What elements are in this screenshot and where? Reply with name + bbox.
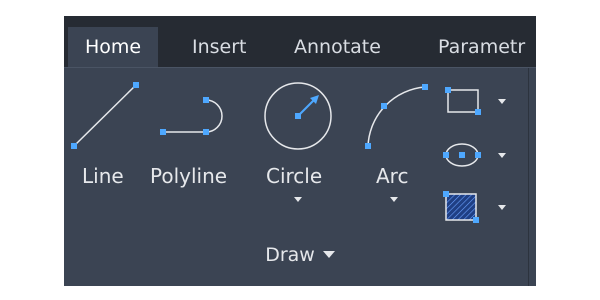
rectangle-tool-button[interactable] bbox=[442, 86, 518, 116]
ellipse-icon bbox=[443, 143, 481, 167]
arc-tool-button[interactable]: Arc bbox=[360, 76, 432, 226]
ribbon-separator bbox=[64, 67, 536, 68]
ribbon-screenshot: Home Insert Annotate Parametr Line Polyl… bbox=[64, 16, 536, 286]
polyline-tool-button[interactable]: Polyline bbox=[150, 76, 240, 216]
hatch-tool-button[interactable] bbox=[442, 190, 518, 224]
tab-parametric[interactable]: Parametr bbox=[438, 27, 525, 67]
arc-tool-label: Arc bbox=[376, 164, 409, 188]
circle-tool-label: Circle bbox=[266, 164, 323, 188]
circle-dropdown-caret[interactable] bbox=[294, 197, 302, 202]
tab-insert[interactable]: Insert bbox=[192, 27, 247, 67]
line-icon bbox=[71, 82, 139, 149]
arc-icon bbox=[365, 84, 428, 149]
line-tool-label: Line bbox=[82, 164, 124, 188]
polyline-tool-label: Polyline bbox=[150, 164, 228, 188]
rectangle-dropdown-caret[interactable] bbox=[498, 99, 506, 104]
circle-icon bbox=[264, 82, 332, 150]
draw-panel-expand-caret[interactable] bbox=[322, 251, 335, 258]
circle-tool-button[interactable]: Circle bbox=[260, 76, 336, 226]
hatch-icon bbox=[443, 191, 479, 223]
ellipse-dropdown-caret[interactable] bbox=[498, 153, 506, 158]
draw-panel-label: Draw bbox=[265, 244, 315, 266]
tab-annotate[interactable]: Annotate bbox=[294, 27, 381, 67]
draw-panel-title[interactable]: Draw bbox=[64, 244, 536, 266]
polyline-icon bbox=[160, 97, 223, 135]
line-tool-button[interactable]: Line bbox=[64, 76, 146, 216]
ribbon-tab-bar: Home Insert Annotate Parametr bbox=[64, 16, 536, 67]
tab-home[interactable]: Home bbox=[68, 27, 159, 67]
arc-dropdown-caret[interactable] bbox=[390, 197, 398, 202]
hatch-dropdown-caret[interactable] bbox=[498, 205, 506, 210]
rectangle-icon bbox=[445, 87, 481, 115]
ellipse-tool-button[interactable] bbox=[442, 140, 518, 170]
